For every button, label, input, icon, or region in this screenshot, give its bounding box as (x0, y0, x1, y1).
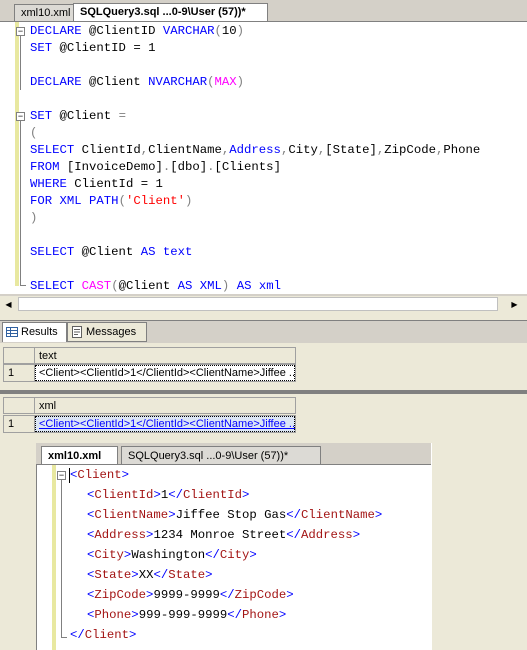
sql-line-10: WHERE ClientId = 1 (30, 177, 163, 191)
outline-end (20, 285, 26, 286)
tab-messages[interactable]: Messages (67, 322, 147, 342)
xml-line-address: <Address>1234 Monroe Street</Address> (87, 528, 361, 542)
xml-line-phone: <Phone>999-999-9999</Phone> (87, 608, 287, 622)
scrollbar-thumb[interactable] (18, 297, 498, 311)
grid1-corner (3, 347, 35, 364)
document-tab-strip: xml10.xml SQLQuery3.sql ...0-9\User (57)… (0, 0, 527, 22)
xml-outline-end (61, 637, 67, 638)
xml-collapse-icon[interactable]: − (57, 471, 66, 480)
tab-xml10[interactable]: xml10.xml (14, 4, 74, 22)
xml-outline-guide (61, 480, 62, 638)
grid1-cell-text[interactable]: <Client><ClientId>1</ClientId><ClientNam… (34, 364, 296, 382)
sql-line-14: SELECT @Client AS text (30, 245, 193, 259)
grid-separator (0, 390, 527, 394)
sql-line-12: ) (30, 211, 38, 225)
xml-line-clientname: <ClientName>Jiffee Stop Gas</ClientName> (87, 508, 383, 522)
tab-sqlquery3[interactable]: SQLQuery3.sql ...0-9\User (57))* (73, 3, 268, 22)
sql-line-1: DECLARE @ClientID VARCHAR(10) (30, 24, 245, 38)
xml-change-margin (52, 465, 56, 650)
sql-line-11: FOR XML PATH('Client') (30, 194, 193, 208)
grid2-column-header[interactable]: xml (34, 397, 296, 414)
change-margin (15, 22, 19, 286)
scroll-left-icon[interactable]: ◀ (2, 298, 15, 311)
sql-line-2: SET @ClientID = 1 (30, 41, 156, 55)
sql-line-8: SELECT ClientId,ClientName,Address,City,… (30, 143, 481, 157)
results-tab-strip: Results Messages (0, 321, 527, 343)
messages-icon (72, 326, 82, 338)
xml-line-zipcode: <ZipCode>9999-9999</ZipCode> (87, 588, 294, 602)
tab-results[interactable]: Results (2, 322, 67, 342)
sql-line-7: ( (30, 126, 38, 140)
tab-sqlquery3-inactive[interactable]: SQLQuery3.sql ...0-9\User (57))* (121, 446, 321, 465)
scroll-right-icon[interactable]: ▶ (508, 298, 521, 311)
grid1-row-number[interactable]: 1 (3, 364, 35, 382)
tab-messages-label: Messages (86, 326, 137, 338)
grid2-cell-xml-link[interactable]: <Client><ClientId>1</ClientId><ClientNam… (34, 415, 296, 433)
xml-line-state: <State>XX</State> (87, 568, 213, 582)
xml-tab-strip: xml10.xml SQLQuery3.sql ...0-9\User (57)… (36, 443, 431, 465)
xml-line-clientid: <ClientId>1</ClientId> (87, 488, 250, 502)
tab-xml10-active[interactable]: xml10.xml (41, 446, 118, 465)
outline-guide (20, 121, 21, 286)
collapse-icon[interactable]: − (16, 112, 25, 121)
editor-horizontal-scrollbar[interactable]: ◀ ▶ (0, 295, 527, 313)
grid2-row-number[interactable]: 1 (3, 415, 35, 433)
xml-root-open: <Client> (70, 468, 130, 482)
sql-line-9: FROM [InvoiceDemo].[dbo].[Clients] (30, 160, 281, 174)
sql-line-6: SET @Client = (30, 109, 126, 123)
sql-line-4: DECLARE @Client NVARCHAR(MAX) (30, 75, 245, 89)
grid1-column-header[interactable]: text (34, 347, 296, 364)
xml-line-city: <City>Washington</City> (87, 548, 257, 562)
grid-icon (6, 327, 18, 337)
tab-results-label: Results (21, 326, 58, 338)
pane-splitter[interactable] (0, 312, 527, 321)
xml-root-close: </Client> (70, 628, 137, 642)
grid2-corner (3, 397, 35, 414)
outline-guide (20, 36, 21, 90)
collapse-icon[interactable]: − (16, 27, 25, 36)
sql-line-16: SELECT CAST(@Client AS XML) AS xml (30, 279, 281, 293)
